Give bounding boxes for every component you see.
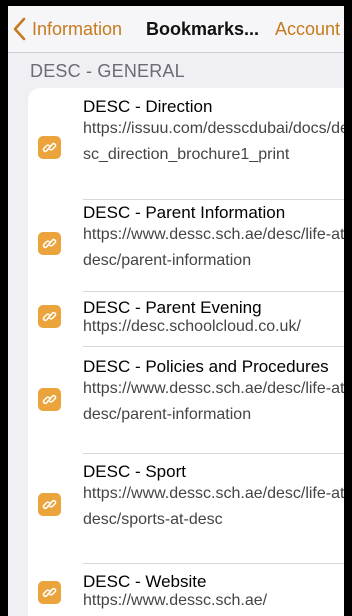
bookmark-item-parent-information[interactable]: DESC - Parent Information https://www.de…: [28, 204, 344, 289]
bookmark-item-website[interactable]: DESC - Website https://www.dessc.sch.ae/: [28, 573, 344, 616]
bookmarks-screen: Information Bookmarks... Account DESC - …: [8, 6, 344, 616]
bookmark-item-parent-evening[interactable]: DESC - Parent Evening https://desc.schoo…: [28, 299, 344, 339]
bookmark-title: DESC - Website: [83, 572, 207, 591]
bookmark-url: https://www.dessc.sch.ae/desc/life-at-de…: [83, 485, 344, 528]
account-button[interactable]: Account: [275, 19, 340, 40]
bookmark-title: DESC - Sport: [83, 462, 186, 481]
bookmark-title: DESC - Policies and Procedures: [83, 357, 329, 376]
divider: [83, 291, 344, 292]
bookmark-url: https://www.dessc.sch.ae/desc/life-at-de…: [83, 226, 344, 269]
divider: [83, 453, 344, 454]
link-icon: [38, 232, 61, 255]
page-title: Bookmarks...: [146, 19, 260, 39]
bookmark-item-policies-and-procedures[interactable]: DESC - Policies and Procedures https://w…: [28, 358, 344, 443]
chevron-left-icon: [13, 17, 26, 41]
bookmark-url: https://www.dessc.sch.ae/desc/life-at-de…: [83, 380, 344, 423]
bookmark-title: DESC - Direction: [83, 97, 213, 116]
bookmark-item-direction[interactable]: DESC - Direction https://issuu.com/dessc…: [28, 98, 344, 198]
link-icon: [38, 305, 61, 328]
bookmark-title: DESC - Parent Information: [83, 203, 286, 222]
navigation-bar: Information Bookmarks... Account: [8, 6, 344, 53]
link-icon: [38, 136, 61, 159]
bookmark-url: https://issuu.com/desscdubai/docs/desc_d…: [83, 120, 344, 163]
back-button[interactable]: Information: [10, 15, 122, 43]
link-icon: [38, 388, 61, 411]
divider: [83, 199, 344, 200]
divider: [83, 563, 344, 564]
bookmark-url: https://www.dessc.sch.ae/: [83, 592, 268, 609]
back-button-label: Information: [32, 18, 123, 39]
bookmark-item-sport[interactable]: DESC - Sport https://www.dessc.sch.ae/de…: [28, 463, 344, 548]
link-icon: [38, 493, 61, 516]
bookmark-title: DESC - Parent Evening: [83, 298, 262, 317]
bookmark-list: DESC - Direction https://issuu.com/dessc…: [28, 88, 344, 616]
divider: [83, 346, 344, 347]
section-header: DESC - GENERAL: [30, 61, 185, 81]
link-icon: [38, 581, 61, 604]
bookmark-url: https://desc.schoolcloud.co.uk/: [83, 318, 301, 335]
